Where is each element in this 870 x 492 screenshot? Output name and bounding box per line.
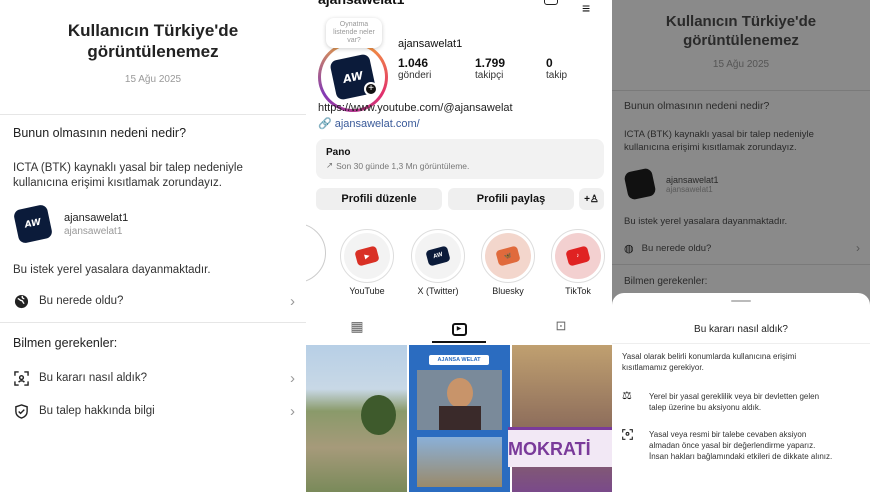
chevron-right-icon: › (290, 403, 295, 420)
notice-header: Kullanıcın Türkiye'de görüntülenemez 15 … (612, 12, 870, 70)
restriction-notice-panel: Kullanıcın Türkiye'de görüntülenemez 15 … (0, 0, 306, 492)
share-profile-button[interactable]: Profili paylaş (448, 188, 574, 210)
reel-thumbnail[interactable] (306, 345, 407, 492)
request-info-row[interactable]: Bu talep hakkında bilgi › (13, 403, 295, 420)
dashboard-sub: Son 30 günde 1,3 Mn görüntüleme. (336, 160, 470, 171)
add-person-icon[interactable]: +♙ (579, 188, 604, 210)
request-info-label: Bu talep hakkında bilgi (39, 405, 155, 417)
youtube-icon: ▶ (354, 245, 380, 267)
sheet-handle[interactable] (731, 300, 751, 302)
tiktok-icon: ♪ (565, 245, 591, 267)
where-label: Bu nerede oldu? (39, 295, 124, 307)
notice-date: 15 Ağu 2025 (712, 59, 770, 70)
chevron-right-icon: › (290, 293, 295, 310)
trend-icon: ↗ (326, 160, 334, 170)
dashboard-card[interactable]: Pano ↗ Son 30 günde 1,3 Mn görüntüleme. (316, 139, 604, 179)
user-handle: ajansawelat1 (64, 225, 123, 237)
website-link[interactable]: 🔗 ajansawelat.com/ (318, 117, 420, 131)
profile-tabs: ▦ ▶ ⊡ (306, 313, 612, 343)
globe-icon (13, 294, 29, 310)
add-story-icon[interactable]: + (364, 82, 378, 96)
user-name: ajansawelat1 (666, 174, 719, 185)
know-title: Bilmen gerekenler: (13, 336, 118, 350)
user-handle: ajansawelat1 (666, 184, 713, 194)
grid-icon[interactable]: ▦ (306, 318, 408, 335)
divider (612, 343, 870, 344)
notice-title-line1: Kullanıcın Türkiye'de (665, 13, 817, 30)
reel-thumbnail[interactable]: AJANSA WELAT (409, 345, 510, 492)
sheet-intro: Yasal olarak belirli konumlarda kullanıc… (622, 352, 797, 372)
highlight-tiktok[interactable]: ♪ TikTok (550, 229, 606, 296)
edit-profile-button[interactable]: Profili düzenle (316, 188, 442, 210)
notice-title-line1: Kullanıcın Türkiye'de (67, 21, 239, 40)
restricted-user[interactable]: AW ajansawelat1 ajansawelat1 (12, 203, 129, 245)
divider (0, 114, 306, 115)
know-title: Bilmen gerekenler: (624, 276, 708, 287)
profile-name: ajansawelat1 (398, 38, 463, 50)
reason-text-2: kullanıcına erişimi kısıtlamak zorundayı… (624, 142, 797, 153)
dashboard-title: Pano (326, 147, 351, 158)
bottom-sheet: Bu kararı nasıl aldık? Yasal olarak beli… (612, 293, 870, 492)
bluesky-icon: 🦋 (495, 245, 521, 267)
sheet-title: Bu kararı nasıl aldık? (694, 324, 788, 335)
stat-posts[interactable]: 1.046 gönderi (398, 56, 475, 81)
chevron-right-icon: › (290, 370, 295, 387)
decision-row[interactable]: Bu kararı nasıl aldık? › (13, 370, 295, 387)
divider (612, 90, 870, 91)
tagged-icon[interactable]: ⊡ (510, 318, 612, 334)
user-name: ajansawelat1 (64, 211, 129, 224)
notice-title-line2: görüntülenemez (87, 42, 219, 61)
menu-icon[interactable]: ≡ (582, 0, 590, 16)
reason-text-1: ICTA (BTK) kaynaklı yasal bir talep nede… (624, 129, 814, 140)
stat-following[interactable]: 0 takip (546, 56, 567, 81)
scan-face-icon (13, 371, 29, 387)
link-icon: 🔗 (318, 118, 332, 130)
highlight-x-twitter[interactable]: AW X (Twitter) (410, 229, 466, 296)
sheet-item-1: Yerel bir yasal gereklilik veya bir devl… (649, 392, 820, 412)
local-law-text: Bu istek yerel yasalara dayanmaktadır. (624, 216, 788, 227)
why-title: Bunun olmasının nedeni nedir? (624, 100, 770, 112)
decision-sheet-panel: Kullanıcın Türkiye'de görüntülenemez 15 … (612, 0, 870, 492)
bio-link[interactable]: https://www.youtube.com/@ajansawelat (318, 102, 513, 114)
reason-text-1: ICTA (BTK) kaynaklı yasal bir talep nede… (13, 162, 243, 174)
sheet-item-2: Yasal veya resmi bir talebe cevaben aksi… (649, 430, 833, 461)
where-row[interactable]: Bu nerede oldu? › (13, 293, 295, 310)
why-title: Bunun olmasının nedeni nedir? (13, 126, 187, 140)
reason-text-2: kullanıcına erişimi kısıtlamak zorundayı… (13, 177, 222, 189)
scan-face-icon (622, 427, 633, 445)
add-post-icon[interactable] (544, 0, 558, 5)
x-twitter-icon: AW (425, 245, 451, 267)
divider (612, 264, 870, 265)
profile-username-header: ajansawelat1 (318, 0, 404, 7)
reels-icon[interactable]: ▶ (408, 317, 510, 343)
highlight-youtube[interactable]: ▶ YouTube (339, 229, 395, 296)
notice-title-line2: görüntülenemez (683, 32, 799, 49)
restricted-user[interactable]: ajansawelat1 ajansawelat1 (623, 167, 719, 201)
instagram-profile-panel: ajansawelat1 ≡ AW Oynatma listende neler… (306, 0, 612, 492)
scales-icon: ⚖ (622, 390, 632, 402)
globe-icon: ◍ (624, 242, 634, 255)
divider (0, 322, 306, 323)
avatar: AW (12, 203, 54, 245)
note-bubble[interactable]: Oynatma listende neler var? (326, 18, 382, 48)
avatar (623, 167, 657, 201)
decision-label: Bu kararı nasıl aldık? (39, 372, 148, 384)
profile-stats: 1.046 gönderi 1.799 takipçi 0 takip (398, 56, 598, 81)
where-label: Bu nerede oldu? (641, 242, 712, 254)
shield-check-icon (13, 404, 29, 420)
notice-header: Kullanıcın Türkiye'de görüntülenemez 15 … (0, 20, 306, 85)
stat-followers[interactable]: 1.799 takipçi (475, 56, 546, 81)
highlight-partial[interactable] (306, 223, 326, 283)
notice-date: 15 Ağu 2025 (124, 74, 182, 85)
reel-thumbnail[interactable]: MOKRATİ (508, 345, 612, 492)
where-row[interactable]: ◍ Bu nerede oldu? › (624, 241, 860, 255)
highlight-bluesky[interactable]: 🦋 Bluesky (480, 229, 536, 296)
chevron-right-icon: › (856, 241, 860, 255)
local-law-text: Bu istek yerel yasalara dayanmaktadır. (13, 264, 211, 276)
